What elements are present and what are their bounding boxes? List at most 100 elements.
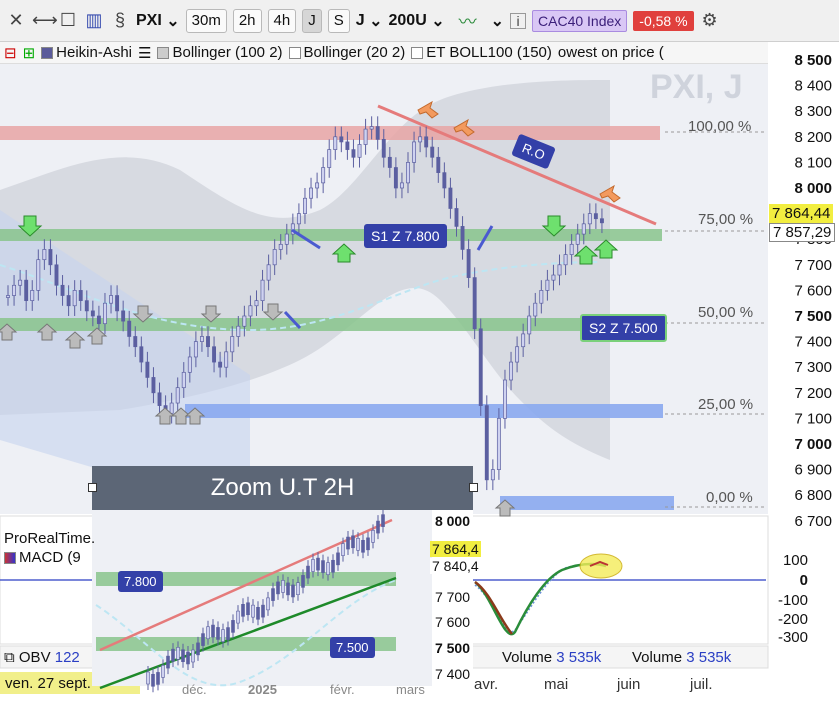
candle <box>12 275 17 306</box>
ro-label[interactable]: R.O <box>511 133 557 170</box>
zoom-tick: 7 700 <box>435 589 470 605</box>
candle <box>236 316 241 347</box>
candle <box>303 188 307 224</box>
price-tick: 7 600 <box>794 282 832 299</box>
symbol-select[interactable]: PXI ⌄ <box>136 11 180 31</box>
zoom-candle <box>381 508 385 533</box>
zoom-candle <box>376 515 380 540</box>
zoom-candle <box>211 619 215 644</box>
macd-label[interactable]: MACD (9 <box>4 549 81 566</box>
zoom-candle <box>201 627 205 652</box>
obv-icon[interactable]: ⧉ <box>4 649 15 666</box>
s1-label[interactable]: S1 Z 7.800 <box>364 224 447 248</box>
crosshair-icon[interactable]: ⟷ <box>32 10 58 31</box>
candles-icon[interactable]: ▥ <box>84 10 104 31</box>
zoom-panel <box>92 510 473 686</box>
price-tick: 7 100 <box>794 410 832 427</box>
date-avr: avr. <box>474 676 499 693</box>
zoom-candle <box>151 668 155 693</box>
candle <box>503 369 507 429</box>
zoom-candle <box>231 614 235 639</box>
tf-30m[interactable]: 30m <box>185 8 227 33</box>
candle <box>545 269 550 301</box>
candle <box>151 367 156 404</box>
close-icon[interactable]: ✕ <box>6 10 26 31</box>
info-icon[interactable]: i <box>510 12 527 29</box>
zoom-tick: 7 600 <box>435 614 470 630</box>
zoom-badge-last: 7 864,4 <box>430 541 481 557</box>
fib-0: 0,00 % <box>706 489 753 506</box>
indicator-boll20[interactable]: Bollinger (20 2) <box>288 44 405 61</box>
candle <box>30 280 35 311</box>
candle <box>212 336 217 373</box>
obv-label[interactable]: ⧉ OBV 122 <box>4 649 80 666</box>
macd-axis: 100 0 -100 -200-300 <box>778 552 808 646</box>
candle <box>448 177 453 219</box>
change-badge: -0,58 % <box>633 10 694 31</box>
tf-week[interactable]: S <box>327 8 350 33</box>
zoom-candle <box>266 591 270 616</box>
indicator-heikin[interactable]: Heikin-Ashi <box>41 44 132 61</box>
candle <box>363 118 368 155</box>
s0-zone <box>500 496 674 510</box>
style-dropdown[interactable]: ⌄ <box>491 11 504 31</box>
zoom-candle <box>236 605 240 630</box>
link-icon[interactable]: § <box>110 10 130 31</box>
bars-select[interactable]: 200U ⌄ <box>389 11 445 31</box>
zoom-candle <box>326 556 330 581</box>
candle <box>18 269 23 296</box>
zoom-tick: 7 400 <box>435 666 470 682</box>
indicator-etboll[interactable]: ET BOLL100 (150) <box>411 44 552 61</box>
price-badge-ma: 7 857,29 <box>769 223 836 242</box>
candle <box>103 292 107 334</box>
candle <box>84 290 89 322</box>
signal-arrows <box>0 100 621 517</box>
price-axis-bg <box>768 42 839 514</box>
indicator-lowest[interactable]: owest on price ( <box>558 44 664 61</box>
zoom-candle <box>296 576 300 601</box>
candle <box>284 223 289 255</box>
zoom-candle <box>321 554 325 579</box>
list-icon[interactable]: ☰ <box>138 44 151 62</box>
tf-day[interactable]: J <box>302 8 322 33</box>
remove-icon[interactable]: ⊟ <box>4 44 17 62</box>
tf-4h[interactable]: 4h <box>267 8 297 33</box>
candle <box>569 234 574 265</box>
indicators-bar: ⊟ ⊞ Heikin-Ashi ☰ Bollinger (100 2) Boll… <box>0 42 768 64</box>
candle <box>157 382 162 416</box>
price-tick: 6 700 <box>794 513 832 530</box>
candle <box>557 254 562 286</box>
window-icon[interactable]: ☐ <box>58 10 78 31</box>
add-icon[interactable]: ⊞ <box>23 44 36 62</box>
candle <box>321 157 326 194</box>
zoom-handle-left[interactable] <box>88 483 97 492</box>
macd-tick: -100 <box>778 592 808 609</box>
zoom-candle <box>301 569 305 594</box>
candle <box>272 239 277 276</box>
s2-label[interactable]: S2 Z 7.500 <box>580 314 667 342</box>
zoom-handle-right[interactable] <box>469 483 478 492</box>
zoom-candle <box>246 596 250 621</box>
zoom-candle <box>146 666 150 690</box>
period-select[interactable]: J ⌄ <box>356 11 383 31</box>
chart-style-icon[interactable]: 〰 <box>451 8 485 34</box>
zoom-title: Zoom U.T 2H <box>92 466 473 510</box>
settings-icon[interactable]: ⚙ <box>700 10 720 31</box>
candle <box>327 139 332 178</box>
fib-25: 25,00 % <box>698 396 754 413</box>
candle <box>387 147 392 178</box>
candle <box>96 305 101 334</box>
date-axis <box>0 670 768 702</box>
zoom-candle <box>216 621 220 646</box>
tf-2h[interactable]: 2h <box>232 8 262 33</box>
candle <box>24 269 29 311</box>
zoom-date-mars: mars <box>396 682 425 697</box>
price-tick: 7 700 <box>794 257 832 274</box>
candle <box>563 244 568 276</box>
trend-line[interactable] <box>377 104 657 226</box>
zoom-tick: 7 500 <box>435 640 470 656</box>
indicator-boll100[interactable]: Bollinger (100 2) <box>157 44 283 61</box>
candle <box>224 341 229 378</box>
zoom-date-dec: déc. <box>182 682 207 697</box>
macd-tick: 0 <box>800 572 808 589</box>
